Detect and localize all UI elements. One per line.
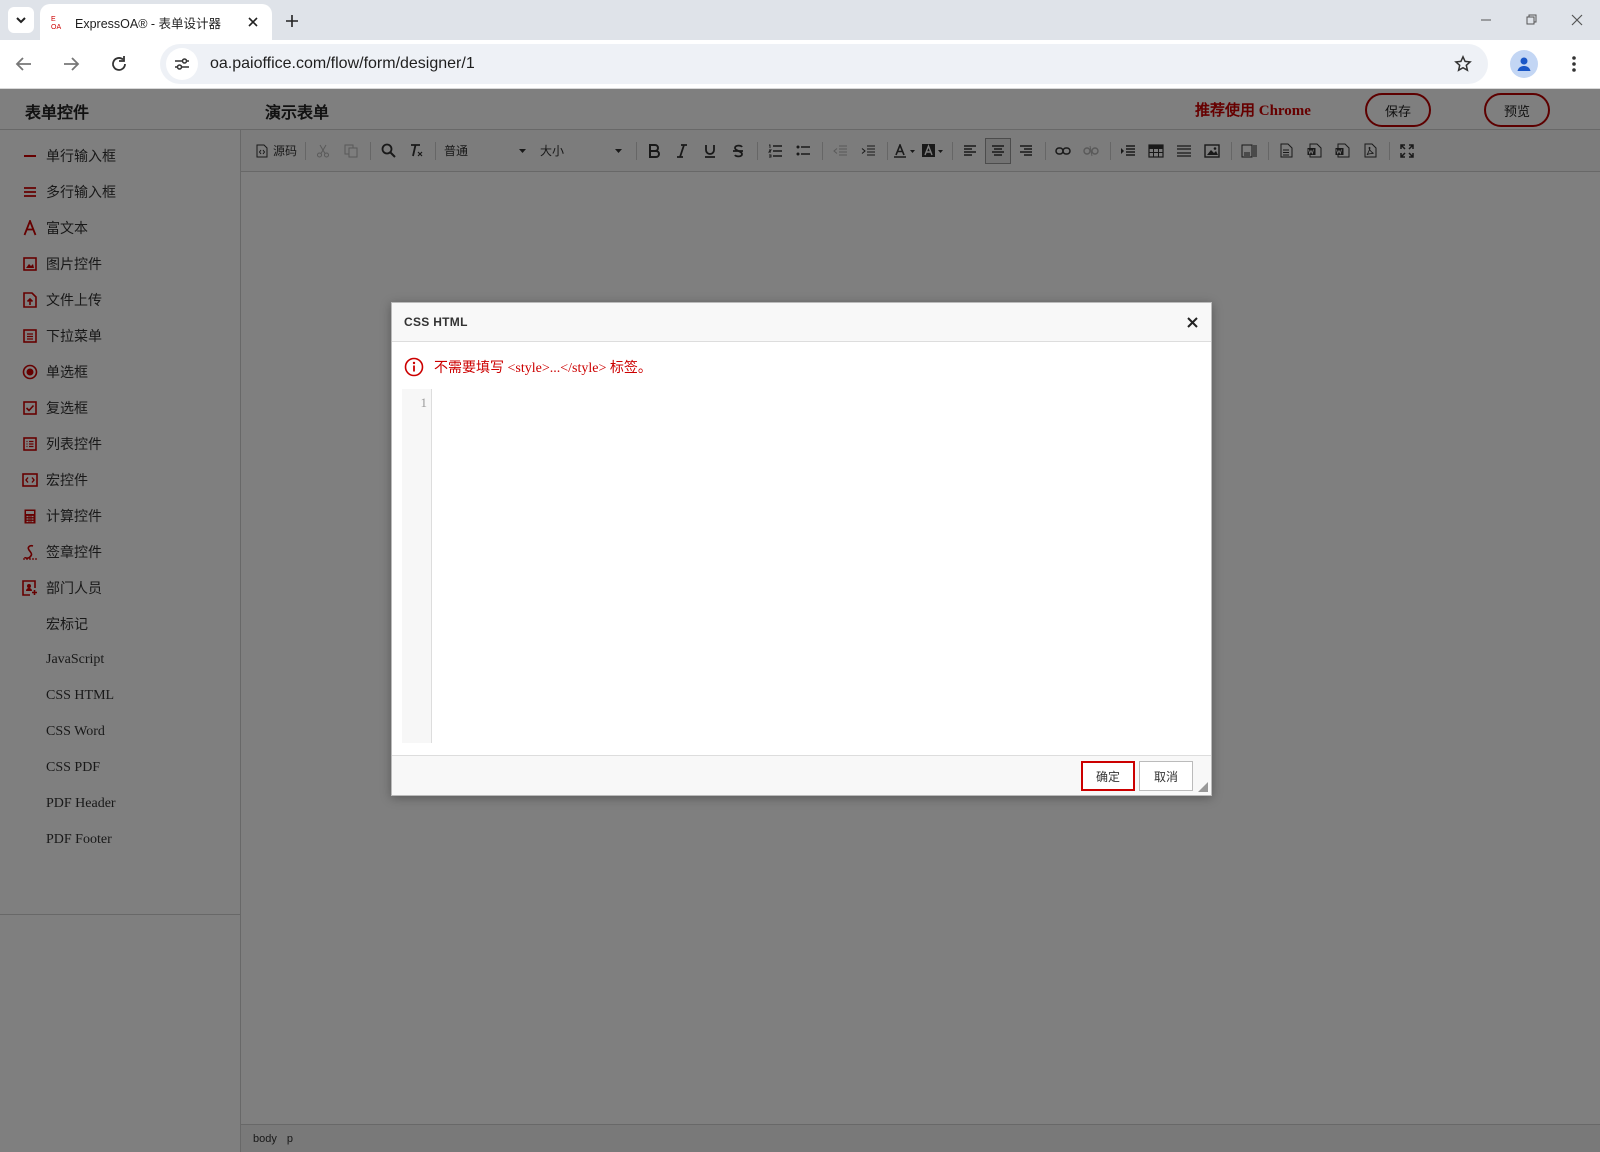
browser-tab[interactable]: E OA ExpressOA® - 表单设计器 [40, 4, 272, 40]
dialog-warning: 不需要填写 <style>...</style> 标签。 [404, 357, 652, 377]
browser-toolbar: oa.paioffice.com/flow/form/designer/1 [0, 40, 1600, 89]
chevron-down-icon [16, 17, 26, 24]
bookmark-button[interactable] [1452, 53, 1474, 75]
close-icon [1571, 14, 1583, 26]
arrow-left-icon [15, 57, 31, 71]
reload-icon [112, 56, 126, 71]
line-number: 1 [420, 395, 428, 410]
plus-icon [286, 15, 298, 27]
close-icon [248, 17, 258, 27]
new-tab-button[interactable] [280, 9, 304, 33]
restore-button[interactable] [1516, 8, 1546, 32]
tab-close-button[interactable] [242, 11, 264, 33]
url-text: oa.paioffice.com/flow/form/designer/1 [210, 55, 475, 72]
info-circle-icon [404, 357, 424, 377]
browser-tabstrip: E OA ExpressOA® - 表单设计器 [0, 0, 1600, 40]
css-code-editor[interactable]: 1 [402, 389, 1200, 743]
minimize-icon [1481, 19, 1491, 21]
forward-button[interactable] [55, 48, 87, 80]
address-bar[interactable]: oa.paioffice.com/flow/form/designer/1 [160, 44, 1488, 84]
css-html-dialog: CSS HTML 不需要填写 <style>...</style> 标签。 1 … [391, 302, 1212, 796]
css-code-input[interactable] [434, 389, 1200, 743]
dialog-footer: 确定 取消 [392, 755, 1211, 795]
cancel-button[interactable]: 取消 [1139, 761, 1193, 791]
dialog-title-bar[interactable]: CSS HTML [392, 303, 1211, 342]
warning-text: 不需要填写 <style>...</style> 标签。 [434, 361, 652, 376]
svg-text:E: E [51, 16, 56, 23]
restore-icon [1526, 14, 1537, 25]
browser-menu-button[interactable] [1562, 50, 1586, 78]
tab-search-button[interactable] [8, 7, 34, 33]
ok-button[interactable]: 确定 [1081, 761, 1135, 791]
tune-icon [175, 58, 189, 70]
dialog-close-button[interactable] [1183, 313, 1201, 331]
back-button[interactable] [8, 48, 40, 80]
reload-button[interactable] [103, 48, 135, 80]
site-info-button[interactable] [166, 48, 198, 80]
tab-title: ExpressOA® - 表单设计器 [75, 16, 222, 31]
expressoa-favicon-icon: E OA [51, 16, 61, 30]
person-icon [1517, 57, 1531, 71]
close-icon [1186, 316, 1198, 328]
more-vert-icon [1572, 56, 1576, 72]
star-icon [1454, 55, 1472, 72]
dialog-title: CSS HTML [404, 315, 468, 329]
arrow-right-icon [64, 57, 80, 71]
line-number-gutter: 1 [402, 389, 432, 743]
svg-text:OA: OA [51, 24, 61, 30]
minimize-button[interactable] [1471, 8, 1501, 32]
resize-handle-icon[interactable] [1198, 782, 1208, 792]
close-window-button[interactable] [1562, 8, 1592, 32]
profile-button[interactable] [1510, 50, 1538, 78]
